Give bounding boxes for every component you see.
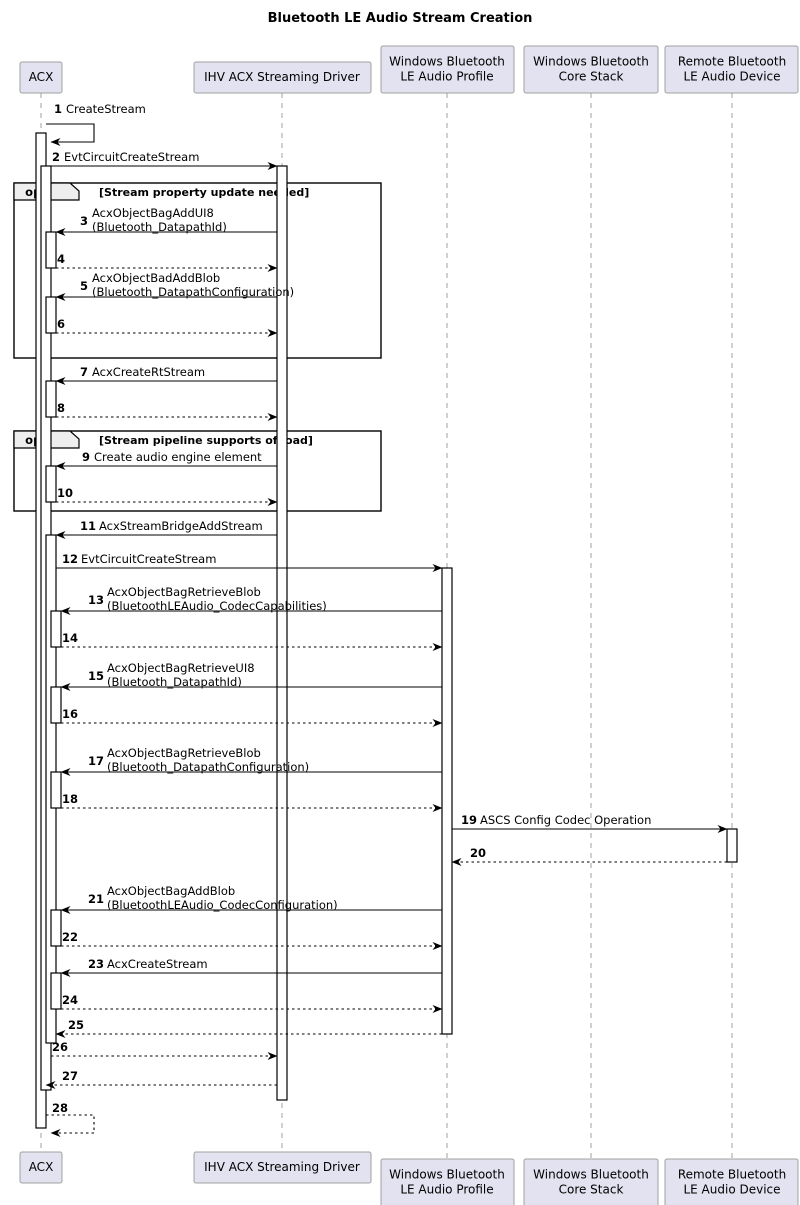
message-number: 23 [88,957,104,971]
participant-label: Windows Bluetooth [389,55,505,69]
activation-bar-acx-a3b [45,296,57,334]
message-number: 19 [461,813,477,827]
message-label: (Bluetooth_DatapathId) [107,675,242,689]
participant-core-top[interactable]: Windows BluetoothCore Stack [523,45,659,94]
message-number: 8 [57,401,65,415]
participant-label: Windows Bluetooth [389,1168,505,1182]
message-number: 26 [52,1040,68,1054]
activation-bar-acx-a4e [50,972,62,1010]
message-number: 2 [52,150,60,164]
participant-label: Windows Bluetooth [533,55,649,69]
message-label: AcxObjectBagRetrieveBlob [107,746,261,760]
participant-label: ACX [29,1160,54,1174]
message-label: CreateStream [66,102,146,116]
message-label: (Bluetooth_DatapathConfiguration) [107,760,309,774]
participant-remote-top[interactable]: Remote BluetoothLE Audio Device [664,45,799,94]
participant-label: IHV ACX Streaming Driver [204,70,360,84]
participant-label: IHV ACX Streaming Driver [204,1160,360,1174]
message-number: 28 [52,1101,68,1115]
participant-ihv-top[interactable]: IHV ACX Streaming Driver [193,61,372,94]
participant-label: Remote Bluetooth [678,1168,786,1182]
message-label: EvtCircuitCreateStream [81,552,216,566]
message-number: 11 [80,519,96,533]
participant-ihv-bottom[interactable]: IHV ACX Streaming Driver [193,1151,372,1184]
message-label: AcxCreateStream [107,957,208,971]
participant-label: Core Stack [559,1183,624,1197]
message-label: EvtCircuitCreateStream [64,150,199,164]
message-number: 1 [54,102,62,116]
participant-label: Core Stack [559,70,624,84]
message-number: 16 [62,707,78,721]
message-label: (Bluetooth_DatapathId) [92,220,227,234]
activation-bar-acx-a3d [45,465,57,503]
message-number: 17 [88,754,104,768]
participant-label: Remote Bluetooth [678,55,786,69]
message-number: 24 [62,993,78,1007]
message-number: 12 [62,552,78,566]
message-label: AcxObjectBagRetrieveUI8 [107,661,255,675]
participant-label: Windows Bluetooth [533,1168,649,1182]
participant-label: ACX [29,70,54,84]
participant-acx-top[interactable]: ACX [19,61,63,94]
message-label: AcxObjectBadAddBlob [92,271,220,285]
activation-bar-remote-a1 [726,828,738,863]
participant-label: LE Audio Device [683,1183,780,1197]
message-label: AcxCreateRtStream [92,365,205,379]
message-number: 21 [88,892,104,906]
message-label: AcxObjectBagAddUI8 [92,206,214,220]
activation-bar-acx-a3a [45,231,57,269]
activation-bar-prof-a1 [441,567,453,1035]
message-9: 9 Create audio engine element [55,450,277,470]
message-label: ASCS Config Codec Operation [480,813,651,827]
participant-label: LE Audio Profile [400,1183,493,1197]
message-number: 20 [470,846,486,860]
activation-bar-ihv-a1 [276,165,288,1101]
message-number: 9 [82,450,90,464]
message-number: 18 [62,792,78,806]
message-number: 10 [57,486,73,500]
participant-profile-bottom[interactable]: Windows BluetoothLE Audio Profile [380,1158,515,1205]
message-number: 22 [62,930,78,944]
participant-profile-top[interactable]: Windows BluetoothLE Audio Profile [380,45,515,94]
message-number: 25 [68,1018,84,1032]
message-number: 3 [80,214,88,228]
activation-bar-acx-a4a [50,610,62,648]
message-number: 5 [80,279,88,293]
activation-bar-acx-a4c [50,771,62,809]
message-label: AcxStreamBridgeAddStream [99,519,263,533]
message-label: (Bluetooth_DatapathConfiguration) [92,285,294,299]
message-label: (BluetoothLEAudio_CodecCapabilities) [107,599,327,613]
message-number: 27 [62,1069,78,1083]
message-11: 11 AcxStreamBridgeAddStream [55,519,277,539]
message-label: (BluetoothLEAudio_CodecConfiguration) [107,898,338,912]
diagram-title: Bluetooth LE Audio Stream Creation [268,11,533,26]
message-label: AcxObjectBagRetrieveBlob [107,585,261,599]
activation-bar-acx-a4b [50,686,62,724]
participant-remote-bottom[interactable]: Remote BluetoothLE Audio Device [664,1158,799,1205]
participant-core-bottom[interactable]: Windows BluetoothCore Stack [523,1158,659,1205]
message-label: AcxObjectBagAddBlob [107,884,235,898]
message-number: 7 [80,365,88,379]
message-number: 6 [57,317,65,331]
participant-acx-bottom[interactable]: ACX [19,1151,63,1184]
activation-bar-acx-a3c [45,380,57,418]
message-number: 4 [57,252,65,266]
message-number: 15 [88,669,104,683]
participant-label: LE Audio Device [683,70,780,84]
sequence-diagram: Bluetooth LE Audio Stream Creation opt[S… [0,0,800,1205]
message-number: 13 [88,593,104,607]
message-label: Create audio engine element [94,450,262,464]
participant-label: LE Audio Profile [400,70,493,84]
message-number: 14 [62,631,78,645]
activation-bar-acx-a4d [50,909,62,947]
